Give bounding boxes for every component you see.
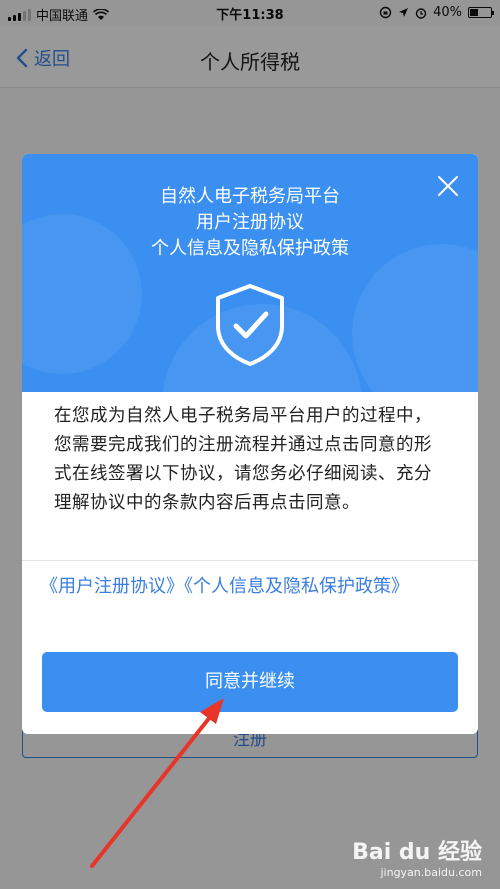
divider [22,560,478,561]
watermark-url: jingyan.baidu.com [380,866,482,879]
dialog-title-line1: 自然人电子税务局平台 [160,186,340,207]
agreement-dialog: 自然人电子税务局平台 用户注册协议 个人信息及隐私保护政策 在您成为自然人电子税… [22,154,478,734]
dialog-title-line3: 个人信息及隐私保护政策 [151,238,349,259]
close-icon[interactable] [436,174,460,198]
header-decoration [352,244,478,392]
watermark: Bai du 经验 jingyan.baidu.com [352,834,482,879]
dialog-body-text: 在您成为自然人电子税务局平台用户的过程中，您需要完成我们的注册流程并通过点击同意… [54,406,432,513]
dialog-title: 自然人电子税务局平台 用户注册协议 个人信息及隐私保护政策 [22,184,478,262]
agreement-links: 《用户注册协议》《个人信息及隐私保护政策》 [40,572,460,602]
privacy-policy-link[interactable]: 《个人信息及隐私保护政策》 [184,576,409,597]
shield-check-icon [216,284,284,366]
watermark-logo: Bai du 经验 [352,840,482,865]
user-agreement-link[interactable]: 《用户注册协议》 [40,576,184,597]
dialog-title-line2: 用户注册协议 [196,212,304,233]
dialog-header: 自然人电子税务局平台 用户注册协议 个人信息及隐私保护政策 [22,154,478,392]
agree-and-continue-button[interactable]: 同意并继续 [42,652,458,712]
